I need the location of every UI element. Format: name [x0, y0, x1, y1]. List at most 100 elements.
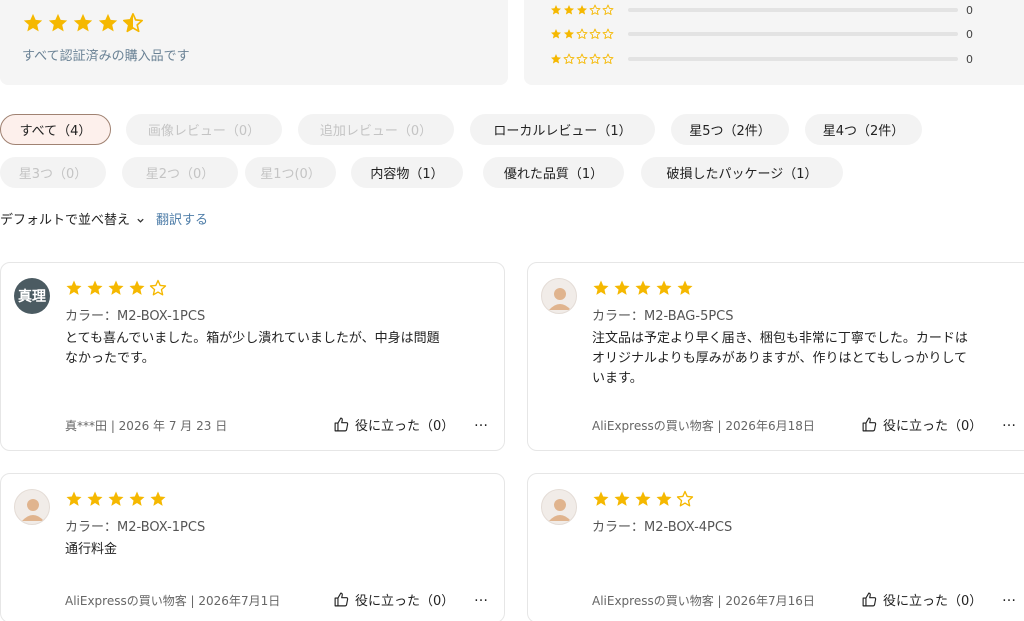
helpful-button[interactable]: 役に立った（0） — [333, 415, 454, 434]
rating-row-count: 0 — [966, 3, 973, 17]
helpful-label: 役に立った（0） — [355, 594, 455, 609]
review-card: カラー：M2-BAG-5PCS 注文品は予定より早く届き、梱包も非常に丁寧でした。… — [527, 262, 1024, 451]
rating-row-stars — [550, 4, 622, 16]
star-outline-icon — [602, 53, 614, 64]
star-filled-icon — [48, 13, 68, 32]
review-author-date: AliExpressの買い物客 | 2026年7月16日 — [592, 594, 815, 608]
overall-rating-stars — [22, 12, 144, 34]
review-text-line: 通行料金 — [65, 542, 118, 557]
default-avatar-icon — [541, 278, 577, 314]
filter-chip[interactable]: すべて（4） — [0, 114, 111, 145]
star-filled-icon — [129, 280, 145, 295]
rating-distribution-panel: 0 0 0 — [524, 0, 1024, 85]
review-variant: カラー：M2-BAG-5PCS — [592, 309, 734, 324]
star-filled-icon — [108, 491, 124, 506]
star-filled-icon — [564, 29, 574, 39]
thumbs-up-icon — [862, 417, 877, 432]
review-variant: カラー：M2-BOX-1PCS — [65, 309, 206, 324]
star-filled-icon — [593, 491, 609, 506]
rating-row-2-star[interactable]: 0 — [550, 27, 973, 41]
filter-chip[interactable]: 星5つ（2件） — [671, 114, 789, 145]
rating-row-bar — [628, 57, 958, 61]
filter-chip[interactable]: ローカルレビュー（1） — [470, 114, 655, 145]
filter-chip[interactable]: 星2つ（0） — [122, 157, 238, 188]
star-outline-icon — [676, 490, 694, 507]
review-author-date: 真***田 | 2026 年 7 月 23 日 — [65, 419, 228, 433]
helpful-label: 役に立った（0） — [883, 594, 983, 609]
star-outline-icon — [589, 53, 601, 64]
review-rating-stars — [65, 279, 167, 297]
star-filled-icon — [66, 280, 82, 295]
filter-chip[interactable]: 内容物（1） — [351, 157, 463, 188]
review-rating-stars — [65, 490, 167, 508]
thumbs-up-icon — [334, 592, 349, 607]
star-filled-icon — [87, 491, 103, 506]
rating-row-stars — [550, 53, 622, 65]
rating-row-count: 0 — [966, 27, 973, 41]
filter-chip[interactable]: 破損したパッケージ（1） — [641, 157, 843, 188]
review-text-line: とても喜んでいました。箱が少し潰れていましたが、中身は問題 — [65, 331, 440, 346]
review-text: とても喜んでいました。箱が少し潰れていましたが、中身は問題 なかったです。 — [65, 329, 440, 369]
review-text: 通行料金 — [65, 540, 117, 560]
rating-row-3-star[interactable]: 0 — [550, 3, 973, 17]
star-outline-icon — [149, 279, 167, 296]
star-filled-icon — [564, 5, 574, 15]
more-options-icon[interactable]: … — [474, 589, 489, 605]
star-filled-icon — [635, 280, 651, 295]
filter-chip[interactable]: 追加レビュー（0） — [298, 114, 454, 145]
star-filled-icon — [150, 491, 166, 506]
sort-dropdown[interactable]: デフォルトで並べ替え — [0, 209, 145, 228]
rating-row-stars — [550, 28, 622, 40]
more-options-icon[interactable]: … — [1002, 414, 1017, 430]
star-outline-icon — [589, 4, 601, 15]
rating-row-bar — [628, 32, 958, 36]
star-filled-icon — [614, 491, 630, 506]
star-filled-icon — [614, 280, 630, 295]
filter-chip[interactable]: 星4つ（2件） — [805, 114, 922, 145]
review-text-line: なかったです。 — [65, 351, 155, 366]
review-author-date: AliExpressの買い物客 | 2026年6月18日 — [592, 419, 815, 433]
more-options-icon[interactable]: … — [1002, 589, 1017, 605]
review-text: 注文品は予定より早く届き、梱包も非常に丁寧でした。カードは オリジナルよりも厚みが… — [592, 329, 968, 389]
filter-chip[interactable]: 優れた品質（1） — [483, 157, 624, 188]
star-filled-icon — [677, 280, 693, 295]
star-filled-icon — [635, 491, 651, 506]
helpful-button[interactable]: 役に立った（0） — [333, 590, 454, 609]
star-outline-icon — [602, 28, 614, 39]
verified-purchase-text: すべて認証済みの購入品です — [22, 49, 190, 64]
default-avatar-icon — [14, 489, 50, 525]
star-filled-icon — [108, 280, 124, 295]
helpful-button[interactable]: 役に立った（0） — [861, 415, 982, 434]
sort-label: デフォルトで並べ替え — [0, 213, 131, 228]
review-rating-stars — [592, 490, 694, 508]
rating-summary-panel: すべて認証済みの購入品です — [0, 0, 508, 85]
chevron-down-icon — [137, 218, 144, 223]
avatar: 真理 — [14, 278, 50, 314]
star-outline-icon — [589, 28, 601, 39]
filter-chip[interactable]: 画像レビュー（0） — [126, 114, 282, 145]
star-filled-icon — [87, 280, 103, 295]
review-card: カラー：M2-BOX-4PCS AliExpressの買い物客 | 2026年7月… — [527, 473, 1024, 621]
review-text-line: います。 — [592, 371, 643, 386]
filter-chip[interactable]: 星1つ(0） — [245, 157, 336, 188]
rating-row-count: 0 — [966, 52, 973, 66]
helpful-button[interactable]: 役に立った（0） — [861, 590, 982, 609]
star-filled-icon — [66, 491, 82, 506]
star-filled-icon — [129, 491, 145, 506]
thumbs-up-icon — [334, 417, 349, 432]
star-outline-icon — [576, 53, 588, 64]
star-outline-icon — [576, 28, 588, 39]
star-filled-icon — [577, 5, 587, 15]
star-outline-icon — [563, 53, 575, 64]
rating-row-bar — [628, 8, 958, 12]
star-half-icon — [123, 13, 143, 33]
more-options-icon[interactable]: … — [474, 414, 489, 430]
filter-chip[interactable]: 星3つ（0） — [0, 157, 106, 188]
star-filled-icon — [656, 280, 672, 295]
review-rating-stars — [592, 279, 694, 297]
star-outline-icon — [602, 4, 614, 15]
translate-link[interactable]: 翻訳する — [156, 209, 208, 228]
rating-row-1-star[interactable]: 0 — [550, 52, 973, 66]
review-author-date: AliExpressの買い物客 | 2026年7月1日 — [65, 594, 281, 608]
default-avatar-icon — [541, 489, 577, 525]
